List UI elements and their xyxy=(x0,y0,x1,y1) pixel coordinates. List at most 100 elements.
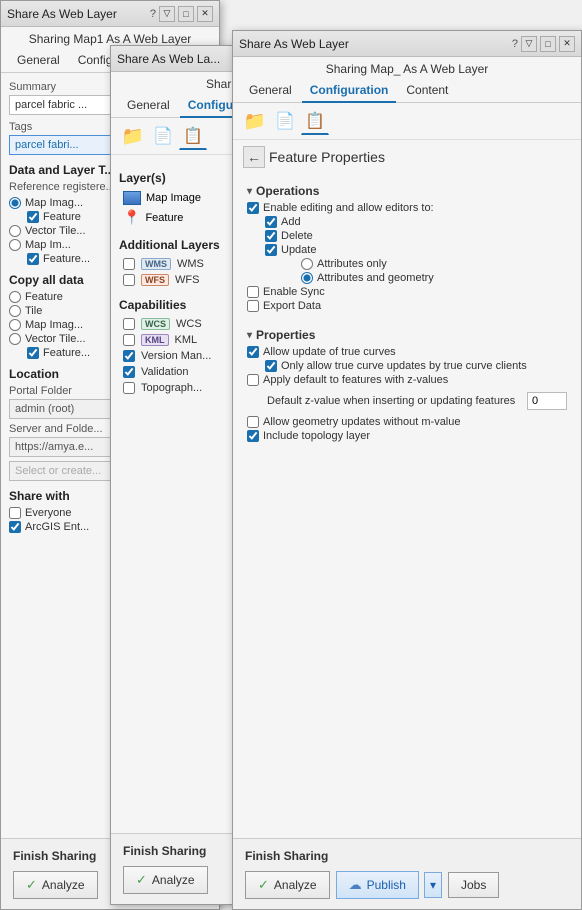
feature-properties-title: Feature Properties xyxy=(269,149,385,165)
properties-section: ▾ Properties xyxy=(247,328,567,342)
check-everyone[interactable] xyxy=(9,507,21,519)
folder-icon[interactable]: 📁 xyxy=(119,122,147,150)
map-image-layer-label: Map Image xyxy=(146,192,201,204)
maximize-btn-1[interactable]: □ xyxy=(178,6,194,22)
window-1-title: Share As Web Layer xyxy=(7,7,117,21)
analyze-btn-2[interactable]: ✓ Analyze xyxy=(123,866,208,894)
radio-vector-tile[interactable] xyxy=(9,225,21,237)
radio-map-image[interactable] xyxy=(9,197,21,209)
back-button[interactable]: ← xyxy=(243,146,265,168)
add-label: Add xyxy=(281,216,301,228)
analyze-btn-1[interactable]: ✓ Analyze xyxy=(13,871,98,899)
copy-icon[interactable]: 📋 xyxy=(179,122,207,150)
check-true-curve-clients[interactable] xyxy=(265,360,277,372)
properties-label: Properties xyxy=(256,328,315,342)
include-topology-label: Include topology layer xyxy=(263,430,370,442)
operations-collapse-arrow[interactable]: ▾ xyxy=(247,186,252,197)
folder-icon-3[interactable]: 📁 xyxy=(241,107,269,135)
only-true-curve-label: Only allow true curve updates by true cu… xyxy=(281,360,527,372)
check-wcs[interactable] xyxy=(123,318,135,330)
close-btn-3[interactable]: ✕ xyxy=(559,36,575,52)
allow-true-curves-row: Allow update of true curves xyxy=(247,346,567,358)
check-validation[interactable] xyxy=(123,366,135,378)
copy-icon-3[interactable]: 📋 xyxy=(301,107,329,135)
version-label: Version Man... xyxy=(141,350,211,362)
radio-copy-map-image[interactable] xyxy=(9,319,21,331)
check-topo[interactable] xyxy=(123,382,135,394)
tab-3-content[interactable]: Content xyxy=(398,79,456,103)
tab-3-general[interactable]: General xyxy=(241,79,300,103)
radio-map-image-2[interactable] xyxy=(9,239,21,251)
check-enable-sync[interactable] xyxy=(247,286,259,298)
finish-buttons-3: ✓ Analyze ☁ Publish ▾ Jobs xyxy=(245,871,569,899)
minimize-btn-3[interactable]: ▽ xyxy=(521,36,537,52)
finish-sharing-label-3: Finish Sharing xyxy=(245,849,569,863)
maximize-btn-3[interactable]: □ xyxy=(540,36,556,52)
analyze-label-3: Analyze xyxy=(274,878,317,892)
check-wms[interactable] xyxy=(123,258,135,270)
radio-copy-vector-tile[interactable] xyxy=(9,333,21,345)
check-feature[interactable] xyxy=(27,211,39,223)
wcs-badge: WCS xyxy=(141,318,170,330)
check-wfs[interactable] xyxy=(123,274,135,286)
analyze-btn-3[interactable]: ✓ Analyze xyxy=(245,871,330,899)
properties-collapse-arrow[interactable]: ▾ xyxy=(247,330,252,341)
check-delete[interactable] xyxy=(265,230,277,242)
update-row: Update xyxy=(265,244,567,256)
add-row: Add xyxy=(265,216,567,228)
feature-2-label: Feature... xyxy=(43,253,90,265)
check-apply-default[interactable] xyxy=(247,374,259,386)
radio-copy-tile[interactable] xyxy=(9,305,21,317)
tab-2-general[interactable]: General xyxy=(119,94,178,118)
check-export-data[interactable] xyxy=(247,300,259,312)
check-arcgis[interactable] xyxy=(9,521,21,533)
z-value-input[interactable] xyxy=(527,392,567,410)
map-image-label: Map Imag... xyxy=(25,197,83,209)
toolbar-3: 📁 📄 📋 xyxy=(233,103,581,140)
jobs-btn[interactable]: Jobs xyxy=(448,872,499,898)
page-icon[interactable]: 📄 xyxy=(149,122,177,150)
check-enable-editing[interactable] xyxy=(247,202,259,214)
check-add[interactable] xyxy=(265,216,277,228)
check-copy-feature[interactable] xyxy=(27,347,39,359)
publish-dropdown-arrow: ▾ xyxy=(430,878,436,892)
check-icon-analyze-2: ✓ xyxy=(136,872,147,888)
tab-1-general[interactable]: General xyxy=(9,49,68,73)
publish-btn[interactable]: ☁ Publish xyxy=(336,871,419,899)
allow-geometry-label: Allow geometry updates without m-value xyxy=(263,416,460,428)
check-icon-analyze-3: ✓ xyxy=(258,877,269,893)
check-update[interactable] xyxy=(265,244,277,256)
vector-tile-label: Vector Tile... xyxy=(25,225,86,237)
title-bar-3: Share As Web Layer ? ▽ □ ✕ xyxy=(233,31,581,57)
operations-section: ▾ Operations xyxy=(247,184,567,198)
validation-label: Validation xyxy=(141,366,189,378)
window-3-title: Share As Web Layer xyxy=(239,37,349,51)
page-icon-3[interactable]: 📄 xyxy=(271,107,299,135)
check-kml[interactable] xyxy=(123,334,135,346)
update-label: Update xyxy=(281,244,316,256)
wcs-label: WCS xyxy=(176,318,202,330)
cloud-icon: ☁ xyxy=(349,877,362,893)
check-version[interactable] xyxy=(123,350,135,362)
minimize-btn-1[interactable]: ▽ xyxy=(159,6,175,22)
delete-label: Delete xyxy=(281,230,313,242)
radio-attributes-geometry[interactable] xyxy=(301,272,313,284)
check-topology[interactable] xyxy=(247,430,259,442)
check-geometry-updates[interactable] xyxy=(247,416,259,428)
help-icon-1[interactable]: ? xyxy=(150,8,156,20)
feature-layer-icon: 📍 xyxy=(123,209,140,226)
publish-dropdown-btn[interactable]: ▾ xyxy=(424,872,442,898)
radio-attributes-only[interactable] xyxy=(301,258,313,270)
close-btn-1[interactable]: ✕ xyxy=(197,6,213,22)
tab-3-configuration[interactable]: Configuration xyxy=(302,79,397,103)
analyze-label-2: Analyze xyxy=(152,873,195,887)
check-true-curves[interactable] xyxy=(247,346,259,358)
jobs-label: Jobs xyxy=(461,878,486,892)
window-3-subtitle: Sharing Map_ As A Web Layer xyxy=(233,57,581,79)
only-true-curve-row: Only allow true curve updates by true cu… xyxy=(265,360,567,372)
help-icon-3[interactable]: ? xyxy=(512,38,518,50)
enable-editing-row: Enable editing and allow editors to: xyxy=(247,202,567,214)
check-feature-2[interactable] xyxy=(27,253,39,265)
kml-badge: KML xyxy=(141,334,169,346)
radio-copy-feature[interactable] xyxy=(9,291,21,303)
